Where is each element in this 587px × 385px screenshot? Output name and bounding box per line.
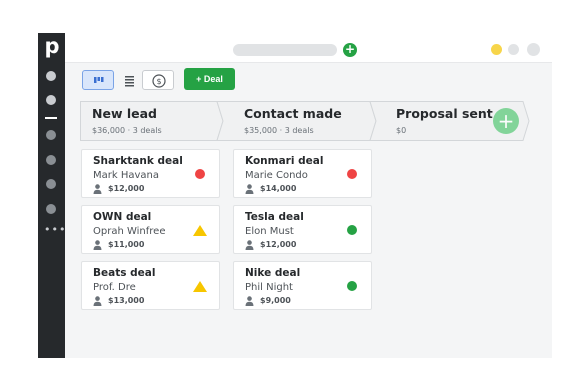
deal-card[interactable]: Tesla deal Elon Must $12,000: [233, 205, 372, 254]
status-red-icon: [195, 169, 205, 179]
sidebar-item-2[interactable]: [46, 95, 56, 105]
deal-value: $13,000: [108, 296, 145, 305]
svg-text:$: $: [156, 77, 161, 86]
pipedrive-logo[interactable]: p: [43, 35, 61, 57]
deal-value: $14,000: [260, 184, 297, 193]
deal-card[interactable]: Nike deal Phil Night $9,000: [233, 261, 372, 310]
warning-icon: [193, 281, 207, 292]
help-dot[interactable]: [508, 44, 519, 55]
deal-card[interactable]: Sharktank deal Mark Havana $12,000: [81, 149, 220, 198]
pipeline-view-button[interactable]: [82, 70, 114, 90]
stage-contact-made: Contact made $35,000 · 3 deals: [232, 101, 382, 141]
deal-person: Oprah Winfree: [93, 226, 166, 237]
deal-title: Nike deal: [245, 267, 301, 279]
person-icon: [93, 240, 102, 250]
app-window: p ••• + $ + Deal New lead $36,000 · 3 de…: [38, 33, 552, 358]
stage-summary: $36,000 · 3 deals: [92, 126, 162, 135]
deal-title: Beats deal: [93, 267, 156, 279]
forecast-view-button[interactable]: $: [142, 70, 174, 90]
pipeline-view-icon: [94, 77, 104, 83]
list-view-icon: [125, 76, 134, 87]
person-icon: [93, 296, 102, 306]
stage-title: New lead: [92, 106, 157, 121]
sidebar-active-indicator: [45, 117, 57, 119]
stage-summary: $0: [396, 126, 407, 135]
sidebar: p •••: [38, 33, 65, 358]
sidebar-item-5[interactable]: [46, 179, 56, 189]
status-red-icon: [347, 169, 357, 179]
search-input[interactable]: [233, 44, 337, 56]
warning-icon: [193, 225, 207, 236]
avatar[interactable]: [527, 43, 540, 56]
sidebar-item-6[interactable]: [46, 204, 56, 214]
person-icon: [245, 240, 254, 250]
stage-new-lead: New lead $36,000 · 3 deals: [80, 101, 218, 141]
person-icon: [245, 184, 254, 194]
deal-card[interactable]: Beats deal Prof. Dre $13,000: [81, 261, 220, 310]
stage-title: Contact made: [244, 106, 342, 121]
more-icon[interactable]: •••: [44, 224, 65, 235]
deal-value: $11,000: [108, 240, 145, 249]
status-green-icon: [347, 225, 357, 235]
forecast-view-icon: $: [152, 74, 166, 88]
deal-value: $12,000: [260, 240, 297, 249]
plus-icon: +: [344, 42, 356, 56]
add-deal-button[interactable]: + Deal: [184, 68, 235, 90]
sidebar-item-3[interactable]: [46, 130, 56, 140]
deal-title: OWN deal: [93, 211, 152, 223]
deal-title: Tesla deal: [245, 211, 304, 223]
deal-person: Mark Havana: [93, 170, 159, 181]
deal-person: Prof. Dre: [93, 282, 136, 293]
plus-icon: +: [497, 109, 515, 133]
stage-title: Proposal sent: [396, 106, 493, 121]
status-green-icon: [347, 281, 357, 291]
top-bar: +: [65, 33, 552, 63]
deal-person: Elon Must: [245, 226, 294, 237]
sidebar-item-1[interactable]: [46, 71, 56, 81]
deal-value: $9,000: [260, 296, 291, 305]
notification-dot[interactable]: [491, 44, 502, 55]
deal-title: Sharktank deal: [93, 155, 183, 167]
stage-summary: $35,000 · 3 deals: [244, 126, 314, 135]
quick-add-button[interactable]: +: [343, 43, 357, 57]
drop-target[interactable]: +: [493, 108, 519, 134]
deal-value: $12,000: [108, 184, 145, 193]
deal-card[interactable]: Konmari deal Marie Condo $14,000: [233, 149, 372, 198]
list-view-button[interactable]: [117, 70, 140, 90]
deal-person: Marie Condo: [245, 170, 308, 181]
deal-person: Phil Night: [245, 282, 293, 293]
person-icon: [93, 184, 102, 194]
deal-card[interactable]: OWN deal Oprah Winfree $11,000: [81, 205, 220, 254]
deal-title: Konmari deal: [245, 155, 324, 167]
person-icon: [245, 296, 254, 306]
sidebar-item-4[interactable]: [46, 155, 56, 165]
